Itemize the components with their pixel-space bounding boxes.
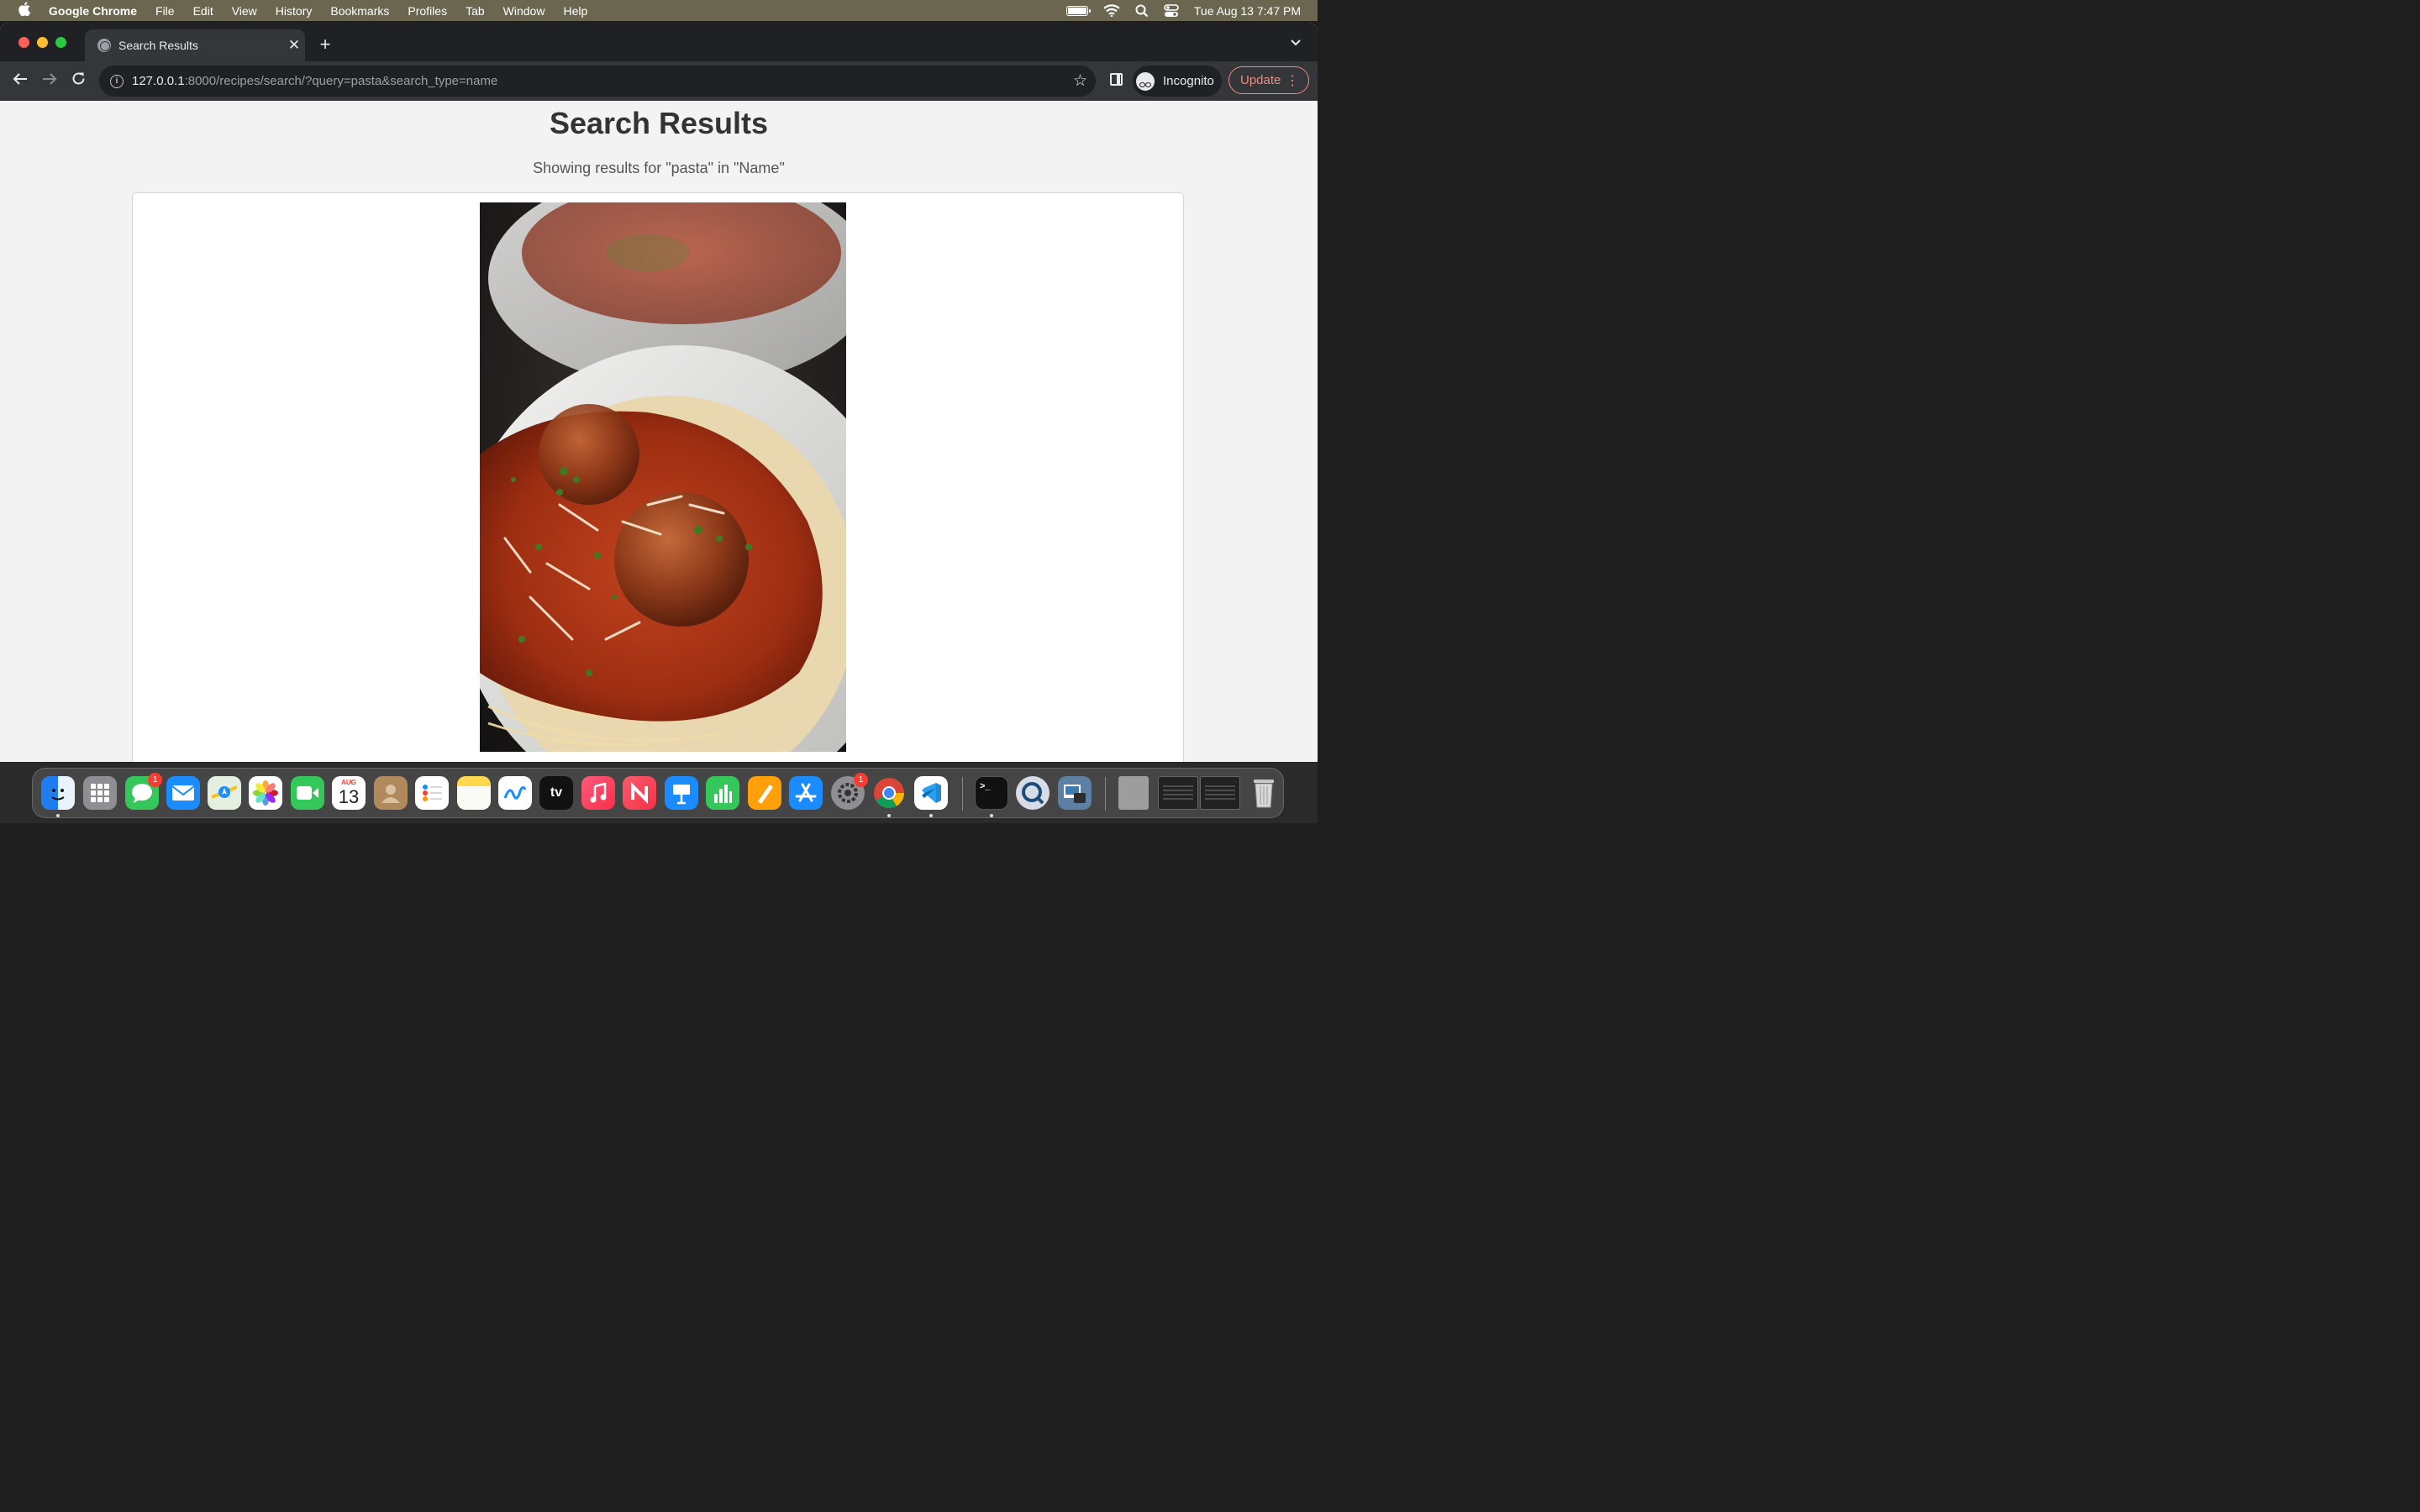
facetime-icon[interactable]	[291, 776, 324, 810]
menu-tab[interactable]: Tab	[466, 4, 485, 18]
browser-window: Search Results ✕ + i 127.0.0.1:8000/reci…	[0, 23, 1318, 762]
dock-separator	[962, 777, 963, 811]
menu-view[interactable]: View	[232, 4, 257, 18]
recipe-image[interactable]	[480, 202, 846, 752]
preview-icon[interactable]	[1058, 776, 1092, 810]
terminal-icon[interactable]: >_	[975, 776, 1008, 810]
web-page: Search Results Showing results for "past…	[0, 101, 1318, 762]
minimize-window-button[interactable]	[37, 37, 48, 48]
reminders-icon[interactable]	[415, 776, 449, 810]
finder-icon[interactable]	[41, 776, 75, 810]
macos-menu-bar: Google Chrome File Edit View History Boo…	[0, 0, 1318, 21]
menu-file[interactable]: File	[155, 4, 175, 18]
maps-icon[interactable]	[208, 776, 241, 810]
menu-app-name[interactable]: Google Chrome	[49, 4, 137, 18]
numbers-icon[interactable]	[706, 776, 739, 810]
url-path: :8000/recipes/search/?query=pasta&search…	[184, 74, 498, 88]
vscode-icon[interactable]	[914, 776, 948, 810]
close-tab-icon[interactable]: ✕	[283, 37, 305, 54]
chrome-icon[interactable]	[872, 776, 906, 810]
quicktime-icon[interactable]	[1016, 776, 1050, 810]
tab-strip: Search Results ✕ +	[0, 23, 1318, 61]
contacts-icon[interactable]	[374, 776, 408, 810]
battery-icon[interactable]	[1065, 5, 1091, 16]
menu-bookmarks[interactable]: Bookmarks	[330, 4, 389, 18]
fullscreen-window-button[interactable]	[55, 37, 66, 48]
back-button[interactable]	[5, 72, 34, 91]
keynote-icon[interactable]	[665, 776, 698, 810]
tab-title: Search Results	[118, 39, 198, 52]
update-button[interactable]: Update ⋮	[1228, 66, 1309, 94]
downloads-stack-icon[interactable]	[1118, 776, 1149, 810]
address-bar[interactable]: i 127.0.0.1:8000/recipes/search/?query=p…	[99, 66, 1096, 97]
bookmark-star-icon[interactable]: ☆	[1073, 71, 1087, 91]
window-thumbnail-2[interactable]	[1200, 776, 1240, 810]
menu-window[interactable]: Window	[503, 4, 545, 18]
update-label: Update	[1240, 73, 1281, 87]
menu-profiles[interactable]: Profiles	[408, 4, 447, 18]
spotlight-search-icon[interactable]	[1135, 4, 1149, 18]
news-icon[interactable]	[623, 776, 656, 810]
forward-button[interactable]	[34, 72, 64, 91]
menu-history[interactable]: History	[276, 4, 313, 18]
menu-clock[interactable]: Tue Aug 13 7:47 PM	[1194, 4, 1301, 18]
chrome-running-dot	[887, 814, 891, 817]
calendar-icon[interactable]: AUG 13	[332, 776, 366, 810]
reload-button[interactable]	[64, 71, 93, 91]
side-panel-icon[interactable]	[1110, 73, 1123, 86]
tab-search-chevron-icon[interactable]	[1291, 35, 1301, 49]
notes-icon[interactable]	[457, 776, 491, 810]
macos-dock: 1 AUG 13 tv 1 >_	[32, 768, 1284, 818]
new-tab-button[interactable]: +	[315, 34, 335, 55]
terminal-running-dot	[990, 814, 993, 817]
trash-icon[interactable]	[1247, 776, 1281, 810]
photos-icon[interactable]	[249, 776, 282, 810]
settings-badge: 1	[854, 773, 868, 787]
calendar-day: 13	[338, 786, 360, 807]
browser-toolbar: i 127.0.0.1:8000/recipes/search/?query=p…	[0, 61, 1318, 101]
page-title: Search Results	[549, 106, 769, 140]
menu-help[interactable]: Help	[563, 4, 587, 18]
apple-tv-icon[interactable]: tv	[539, 776, 573, 810]
mail-icon[interactable]	[166, 776, 200, 810]
recipe-card[interactable]	[132, 192, 1184, 762]
globe-icon	[97, 39, 111, 52]
url-host: 127.0.0.1	[132, 74, 185, 88]
messages-badge: 1	[148, 773, 162, 787]
incognito-profile-button[interactable]: Incognito	[1133, 66, 1222, 97]
pages-icon[interactable]	[748, 776, 781, 810]
dock-separator-2	[1105, 777, 1106, 811]
tv-label: tv	[550, 785, 563, 800]
window-thumbnail-1[interactable]	[1158, 776, 1198, 810]
apple-menu-icon[interactable]	[0, 1, 49, 20]
finder-running-dot	[56, 814, 60, 817]
tab-search-results[interactable]: Search Results ✕	[85, 29, 305, 61]
more-menu-icon[interactable]: ⋮	[1286, 72, 1299, 89]
incognito-icon	[1136, 71, 1155, 91]
incognito-label: Incognito	[1163, 74, 1214, 88]
close-window-button[interactable]	[18, 37, 29, 48]
menu-edit[interactable]: Edit	[193, 4, 213, 18]
window-controls	[18, 37, 66, 48]
site-info-icon[interactable]: i	[110, 74, 124, 88]
control-center-icon[interactable]	[1164, 3, 1179, 18]
url-text[interactable]: 127.0.0.1:8000/recipes/search/?query=pas…	[132, 74, 497, 88]
wifi-icon[interactable]	[1103, 4, 1120, 17]
vscode-running-dot	[929, 814, 933, 817]
app-store-icon[interactable]	[789, 776, 823, 810]
freeform-icon[interactable]	[498, 776, 532, 810]
music-icon[interactable]	[581, 776, 615, 810]
launchpad-icon[interactable]	[83, 776, 117, 810]
search-summary: Showing results for "pasta" in "Name"	[533, 160, 785, 176]
